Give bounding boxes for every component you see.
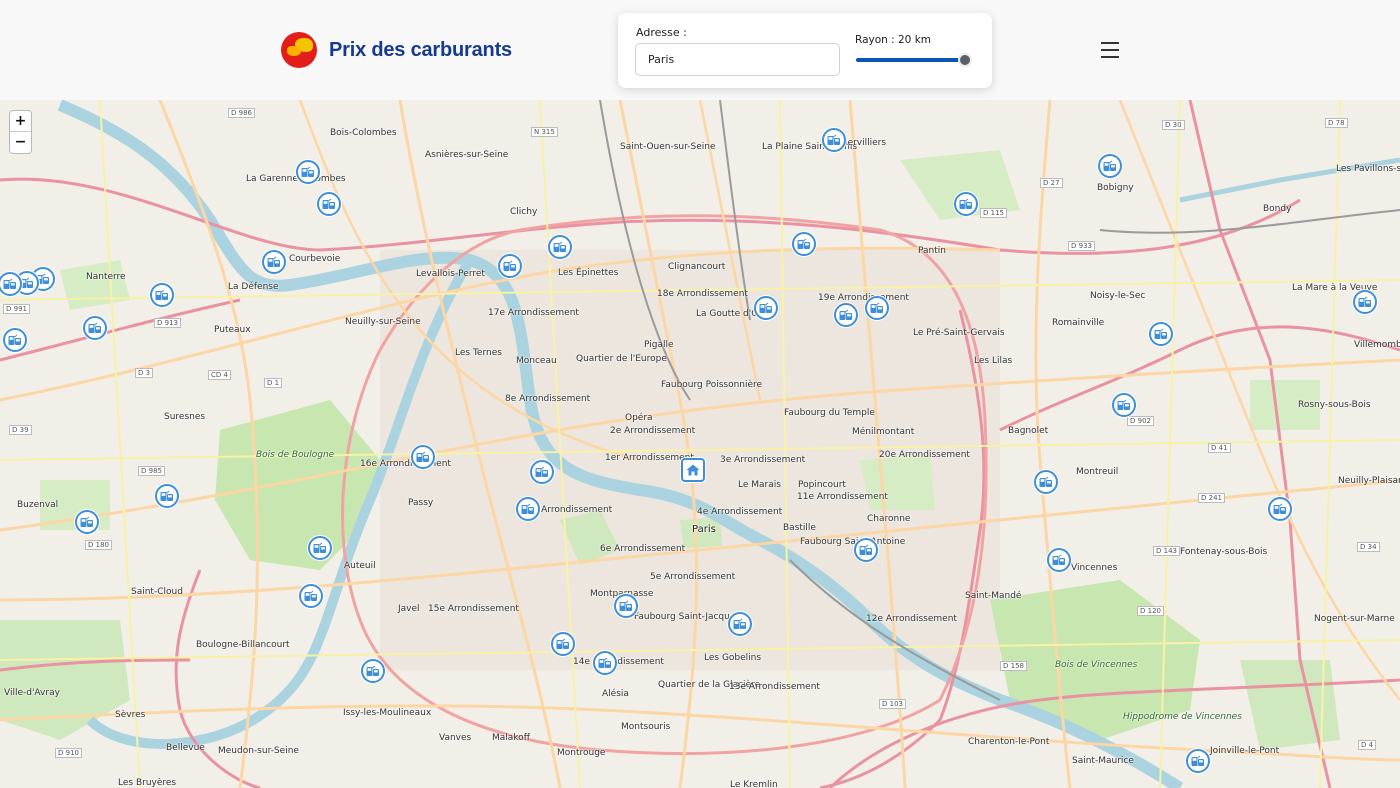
fuel-station-marker-icon[interactable] [1112,393,1136,417]
road-number-badge: D 910 [55,748,82,758]
fuel-station-marker-icon[interactable] [317,192,341,216]
road-number-badge: D 27 [1040,178,1063,188]
fuel-station-marker-icon[interactable] [3,328,27,352]
fuel-station-marker-icon[interactable] [1268,497,1292,521]
road-number-badge: D 986 [228,108,255,118]
fuel-station-marker-icon[interactable] [530,460,554,484]
search-panel: Adresse : Rayon : 20 km [618,13,992,88]
fuel-station-marker-icon[interactable] [516,497,540,521]
road-number-badge: D 241 [1198,493,1225,503]
hamburger-menu-icon[interactable] [1101,41,1121,59]
fuel-station-marker-icon[interactable] [308,536,332,560]
fuel-station-marker-icon[interactable] [1186,749,1210,773]
brand[interactable]: Prix des carburants [281,32,512,68]
app-title: Prix des carburants [329,38,512,61]
fuel-station-marker-icon[interactable] [593,651,617,675]
map-tiles [0,100,1400,788]
radius-slider-handle[interactable] [958,53,972,67]
radius-slider-track[interactable] [856,58,968,62]
fuel-station-marker-icon[interactable] [728,612,752,636]
fuel-station-marker-icon[interactable] [551,632,575,656]
road-number-badge: D 933 [1068,241,1095,251]
fuel-station-marker-icon[interactable] [1149,322,1173,346]
road-number-badge: D 78 [1325,118,1348,128]
road-number-badge: D 991 [3,304,30,314]
road-number-badge: D 39 [9,425,32,435]
fuel-station-marker-icon[interactable] [1047,548,1071,572]
zoom-control: + − [9,110,32,154]
fuel-station-marker-icon[interactable] [854,538,878,562]
fuel-station-marker-icon[interactable] [150,283,174,307]
road-number-badge: D 913 [154,318,181,328]
road-number-badge: D 30 [1162,120,1185,130]
road-number-badge: D 158 [1000,661,1027,671]
zoom-out-button[interactable]: − [10,132,31,153]
road-number-badge: D 115 [980,208,1007,218]
fuel-station-marker-icon[interactable] [411,445,435,469]
app-header: Prix des carburants Adresse : Rayon : 20… [0,0,1400,100]
map-view[interactable]: + − Bois-Colombes Asnières-sur-Seine Sai… [0,100,1400,788]
fuel-station-marker-icon[interactable] [834,303,858,327]
road-number-badge: D 103 [879,699,906,709]
zoom-in-button[interactable]: + [10,111,31,132]
radius-label: Rayon : 20 km [855,34,932,46]
road-number-badge: D 143 [1153,546,1180,556]
fuel-station-marker-icon[interactable] [296,160,320,184]
fuel-station-marker-icon[interactable] [614,594,638,618]
fuel-station-marker-icon[interactable] [754,296,778,320]
fuel-station-marker-icon[interactable] [1098,154,1122,178]
home-location-marker-icon[interactable] [681,458,705,482]
fuel-station-marker-icon[interactable] [262,250,286,274]
fuel-station-marker-icon[interactable] [865,296,889,320]
address-label: Adresse : [636,26,687,39]
road-number-badge: D 180 [85,540,112,550]
fuel-station-marker-icon[interactable] [498,254,522,278]
road-number-badge: D 1 [264,378,283,388]
fuel-station-marker-icon[interactable] [155,484,179,508]
road-number-badge: CD 4 [208,370,231,380]
fuel-brand-logo-icon [281,32,317,68]
fuel-station-marker-icon[interactable] [548,235,572,259]
fuel-station-marker-icon[interactable] [83,316,107,340]
road-number-badge: D 4 [1358,740,1377,750]
road-number-badge: D 34 [1357,542,1380,552]
fuel-station-marker-icon[interactable] [822,128,846,152]
fuel-station-marker-icon[interactable] [75,510,99,534]
road-number-badge: D 985 [138,466,165,476]
road-number-badge: D 120 [1137,606,1164,616]
fuel-station-marker-icon[interactable] [1353,290,1377,314]
fuel-station-marker-icon[interactable] [1034,470,1058,494]
road-number-badge: D 3 [135,368,154,378]
address-input[interactable] [635,43,840,76]
road-number-badge: D 41 [1208,443,1231,453]
fuel-station-marker-icon[interactable] [792,232,816,256]
fuel-station-marker-icon[interactable] [954,192,978,216]
fuel-station-marker-icon[interactable] [361,659,385,683]
road-number-badge: D 902 [1127,416,1154,426]
road-number-badge: N 315 [531,127,558,137]
fuel-station-marker-icon[interactable] [299,584,323,608]
